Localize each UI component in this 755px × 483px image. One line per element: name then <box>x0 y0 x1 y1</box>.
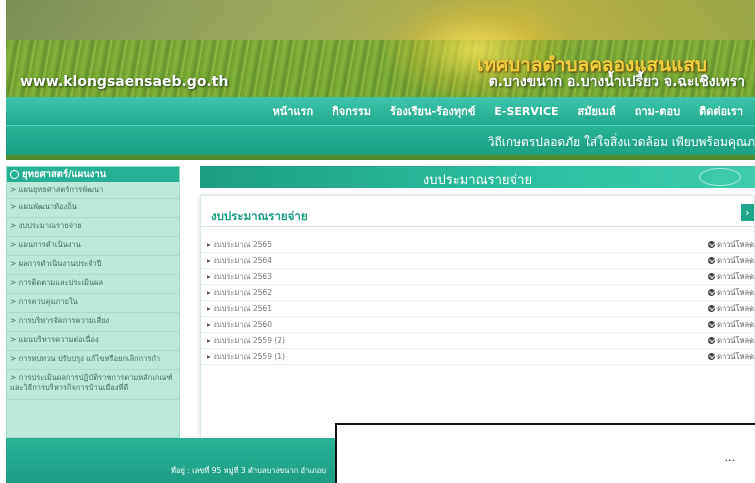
budget-panel: งบประมาณรายจ่าย › งบประมาณ 2565 ดาวน์โหล… <box>200 195 755 458</box>
sidebar-item-label: แผนการดำเนินงาน <box>18 240 81 249</box>
download-label: ดาวน์โหลด <box>717 239 754 249</box>
list-item[interactable]: งบประมาณ 2559 (1) ดาวน์โหลด <box>201 349 755 365</box>
sidebar-item-label: งบประมาณรายจ่าย <box>18 221 82 230</box>
sidebar-item-annual-results[interactable]: > ผลการดำเนินงานประจำปี <box>7 256 179 275</box>
marquee-text: วิถีเกษตรปลอดภัย ใส่ใจสิ่งแวดล้อม เพียบพ… <box>487 135 755 149</box>
sidebar-item-local-plan[interactable]: > แผนพัฒนาท้องถิ่น <box>7 199 179 218</box>
budget-item-name[interactable]: งบประมาณ 2565 <box>207 239 272 251</box>
list-item[interactable]: งบประมาณ 2562 ดาวน์โหลด <box>201 285 755 301</box>
nav-item-mail[interactable]: สมัยเมล์ <box>578 102 616 120</box>
download-link[interactable]: ดาวน์โหลด <box>708 271 754 283</box>
download-link[interactable]: ดาวน์โหลด <box>708 239 754 251</box>
budget-item-name[interactable]: งบประมาณ 2560 <box>207 319 272 331</box>
sidebar-item-continuity[interactable]: > แผนบริหารความต่อเนื่อง <box>7 332 179 351</box>
site-url[interactable]: www.klongsaensaeb.go.th <box>20 74 228 90</box>
list-item[interactable]: งบประมาณ 2565 ดาวน์โหลด <box>201 237 755 253</box>
nav-item-eservice[interactable]: E-SERVICE <box>494 105 558 118</box>
sidebar-item-risk[interactable]: > การบริหารจัดการความเสี่ยง <box>7 313 179 332</box>
panel-title: งบประมาณรายจ่าย <box>211 209 308 223</box>
download-icon <box>708 289 716 296</box>
overlay-text: ... <box>724 451 736 464</box>
sidebar-item-label: แผนบริหารความต่อเนื่อง <box>18 335 99 344</box>
download-icon <box>708 273 716 280</box>
sidebar-item-governance[interactable]: > การประเมินผลการปฏิบัติราชการตามหลักเกณ… <box>7 370 179 400</box>
budget-item-name[interactable]: งบประมาณ 2559 (1) <box>207 351 285 363</box>
overlay-popup: ... <box>335 423 755 483</box>
sidebar-item-label: แผนยุทธศาสตร์การพัฒนา <box>18 185 104 194</box>
sidebar-item-internal-control[interactable]: > การควบคุมภายใน <box>7 294 179 313</box>
download-label: ดาวน์โหลด <box>717 287 754 297</box>
download-icon <box>708 305 716 312</box>
sidebar-title: ยุทธศาสตร์/แผนงาน <box>22 169 107 180</box>
main-nav: หน้าแรก กิจกรรม ร้องเรียน-ร้องทุกข์ E-SE… <box>6 97 755 125</box>
download-label: ดาวน์โหลด <box>717 351 754 361</box>
download-link[interactable]: ดาวน์โหลด <box>708 319 754 331</box>
download-icon <box>708 337 716 344</box>
download-icon <box>708 321 716 328</box>
sidebar-item-budget[interactable]: > งบประมาณรายจ่าย <box>7 218 179 237</box>
sidebar-item-label: แผนพัฒนาท้องถิ่น <box>18 202 77 211</box>
nav-item-faq[interactable]: ถาม-ตอบ <box>635 102 680 120</box>
download-link[interactable]: ดาวน์โหลด <box>708 287 754 299</box>
header-ornament-icon <box>699 168 741 186</box>
budget-item-name[interactable]: งบประมาณ 2559 (2) <box>207 335 285 347</box>
list-item[interactable]: งบประมาณ 2564 ดาวน์โหลด <box>201 253 755 269</box>
nav-item-contact[interactable]: ติดต่อเรา <box>699 102 743 120</box>
sidebar-item-label: การติดตามและประเมินผล <box>18 278 104 287</box>
sidebar-item-label: การบริหารจัดการความเสี่ยง <box>18 316 110 325</box>
nav-item-complaints[interactable]: ร้องเรียน-ร้องทุกข์ <box>390 102 475 120</box>
sidebar: ยุทธศาสตร์/แผนงาน > แผนยุทธศาสตร์การพัฒน… <box>6 166 180 438</box>
list-item[interactable]: งบประมาณ 2560 ดาวน์โหลด <box>201 317 755 333</box>
sidebar-item-evaluation[interactable]: > การติดตามและประเมินผล <box>7 275 179 294</box>
sidebar-item-label: การทบทวน ปรับปรุง แก้ไขหรือยกเลิกการกำ <box>18 354 161 363</box>
download-label: ดาวน์โหลด <box>717 255 754 265</box>
budget-item-name[interactable]: งบประมาณ 2563 <box>207 271 272 283</box>
sidebar-item-label: ผลการดำเนินงานประจำปี <box>18 259 102 268</box>
download-icon <box>708 257 716 264</box>
main-header: งบประมาณรายจ่าย <box>200 166 755 188</box>
sidebar-header: ยุทธศาสตร์/แผนงาน <box>7 167 179 182</box>
main-header-title: งบประมาณรายจ่าย <box>422 173 533 188</box>
download-icon <box>708 353 716 360</box>
chevron-right-icon[interactable]: › <box>741 204 754 221</box>
download-link[interactable]: ดาวน์โหลด <box>708 303 754 315</box>
sidebar-item-label: การควบคุมภายใน <box>18 297 78 306</box>
download-label: ดาวน์โหลด <box>717 319 754 329</box>
circle-chevron-icon <box>10 170 19 179</box>
download-label: ดาวน์โหลด <box>717 335 754 345</box>
panel-divider <box>201 226 754 227</box>
download-label: ดาวน์โหลด <box>717 271 754 281</box>
nav-item-home[interactable]: หน้าแรก <box>273 102 314 120</box>
budget-list: งบประมาณ 2565 ดาวน์โหลด งบประมาณ 2564 ดา… <box>201 237 755 365</box>
footer-address: ที่อยู่ : เลขที่ 95 หมู่ที่ 3 ตำบลบางขนา… <box>171 466 327 475</box>
download-label: ดาวน์โหลด <box>717 303 754 313</box>
list-item[interactable]: งบประมาณ 2559 (2) ดาวน์โหลด <box>201 333 755 349</box>
budget-item-name[interactable]: งบประมาณ 2564 <box>207 255 272 267</box>
download-link[interactable]: ดาวน์โหลด <box>708 335 754 347</box>
list-item[interactable]: งบประมาณ 2561 ดาวน์โหลด <box>201 301 755 317</box>
budget-item-name[interactable]: งบประมาณ 2561 <box>207 303 272 315</box>
budget-item-name[interactable]: งบประมาณ 2562 <box>207 287 272 299</box>
download-link[interactable]: ดาวน์โหลด <box>708 351 754 363</box>
sidebar-item-review[interactable]: > การทบทวน ปรับปรุง แก้ไขหรือยกเลิกการกำ <box>7 351 179 370</box>
download-link[interactable]: ดาวน์โหลด <box>708 255 754 267</box>
org-subtitle: ต.บางขนาก อ.บางน้ำเปรี้ยว จ.ฉะเชิงเทรา <box>488 74 745 90</box>
sidebar-list: > แผนยุทธศาสตร์การพัฒนา > แผนพัฒนาท้องถิ… <box>7 182 179 400</box>
nav-item-activities[interactable]: กิจกรรม <box>332 102 371 120</box>
download-icon <box>708 241 716 248</box>
sidebar-item-label: การประเมินผลการปฏิบัติราชการตามหลักเกณฑ์… <box>10 373 173 392</box>
sidebar-item-operation-plan[interactable]: > แผนการดำเนินงาน <box>7 237 179 256</box>
sidebar-item-strategy[interactable]: > แผนยุทธศาสตร์การพัฒนา <box>7 182 179 199</box>
list-item[interactable]: งบประมาณ 2563 ดาวน์โหลด <box>201 269 755 285</box>
marquee-bar: วิถีเกษตรปลอดภัย ใส่ใจสิ่งแวดล้อม เพียบพ… <box>6 125 755 155</box>
